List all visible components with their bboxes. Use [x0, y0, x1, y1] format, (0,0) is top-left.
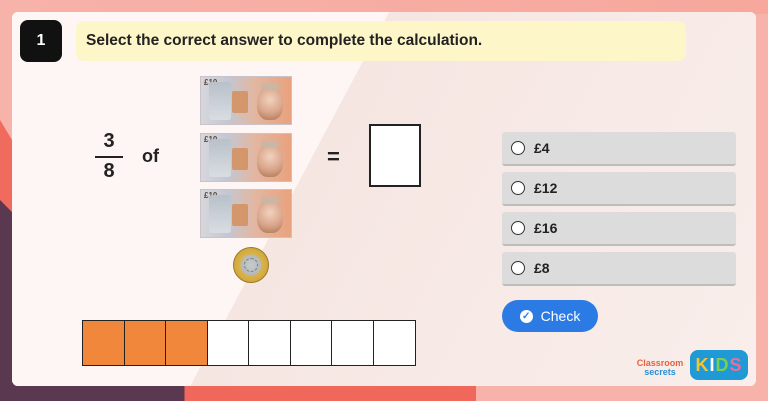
- queen-portrait-icon: [257, 86, 283, 120]
- radio-button[interactable]: [511, 261, 525, 275]
- equals-sign: =: [327, 144, 340, 169]
- queen-portrait-icon: [257, 199, 283, 233]
- question-prompt: Select the correct answer to complete th…: [76, 21, 686, 61]
- fraction-bar: [95, 156, 123, 158]
- bar-cell-shaded: [166, 321, 208, 365]
- bar-cell-empty: [207, 321, 249, 365]
- radio-button[interactable]: [511, 141, 525, 155]
- answer-box: [369, 124, 421, 187]
- option-4[interactable]: £8: [502, 252, 736, 286]
- option-label: £16: [534, 220, 558, 236]
- check-button-label: Check: [540, 308, 581, 324]
- option-2[interactable]: £12: [502, 172, 736, 206]
- queen-portrait-icon: [257, 143, 283, 177]
- option-label: £8: [534, 260, 550, 276]
- two-pound-coin-icon: [233, 247, 269, 283]
- fraction-denominator: 8: [103, 160, 115, 182]
- fraction-bar-model: [82, 320, 416, 366]
- bar-cell-shaded: [83, 321, 125, 365]
- classroom-secrets-logo: Classroom secrets: [636, 358, 684, 377]
- bar-cell-empty: [249, 321, 291, 365]
- banknote-3: £10: [200, 189, 292, 238]
- background-bottom-band: [0, 386, 768, 401]
- banknote-1: £10: [200, 76, 292, 125]
- of-word: of: [142, 146, 159, 166]
- option-1[interactable]: £4: [502, 132, 736, 166]
- check-button[interactable]: ✓ Check: [502, 300, 598, 332]
- option-3[interactable]: £16: [502, 212, 736, 246]
- fraction-numerator: 3: [103, 130, 115, 152]
- option-label: £12: [534, 180, 558, 196]
- prompt-text: Select the correct answer to complete th…: [86, 32, 483, 49]
- bar-cell-empty: [290, 321, 332, 365]
- question-number: 1: [36, 32, 46, 49]
- bar-cell-empty: [332, 321, 374, 365]
- radio-button[interactable]: [511, 221, 525, 235]
- fraction: 3 8: [92, 130, 126, 183]
- radio-button[interactable]: [511, 181, 525, 195]
- question-number-badge: 1: [20, 20, 62, 62]
- bar-cell-empty: [373, 321, 415, 365]
- kids-logo: KIDS: [690, 350, 748, 380]
- bar-cell-shaded: [124, 321, 166, 365]
- banknote-2: £10: [200, 133, 292, 182]
- check-circle-icon: ✓: [519, 309, 533, 323]
- option-label: £4: [534, 140, 550, 156]
